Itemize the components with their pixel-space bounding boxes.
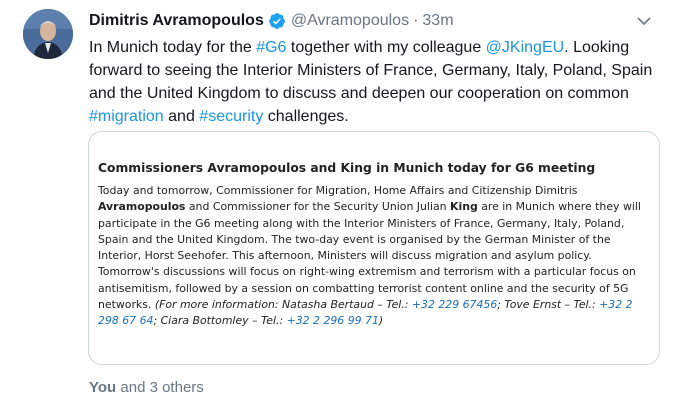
verified-badge-icon — [268, 12, 286, 30]
phone-number: +32 229 67456 — [411, 298, 498, 312]
tweet-text-part: and — [163, 108, 200, 125]
liked-by-you[interactable]: You — [89, 379, 116, 396]
contact-text: (For more information: Natasha Bertaud –… — [154, 298, 412, 312]
tweet-text: In Munich today for the #G6 together wit… — [89, 36, 659, 128]
press-release-body: Today and tomorrow, Commissioner for Mig… — [98, 183, 650, 330]
phone-number: +32 2 296 99 71 — [286, 314, 379, 328]
hashtag-g6[interactable]: #G6 — [256, 39, 286, 56]
user-handle[interactable]: @Avramopoulos — [291, 12, 409, 30]
chevron-down-icon[interactable] — [634, 11, 654, 31]
separator-dot: · — [413, 12, 419, 29]
tweet-text-part: challenges. — [263, 108, 349, 125]
mention-jkingeu[interactable]: @JKingEU — [486, 39, 565, 56]
hashtag-migration[interactable]: #migration — [89, 108, 164, 125]
attached-image-card[interactable]: Commissioners Avramopoulos and King in M… — [88, 131, 660, 365]
tweet-text-part: together with my colleague — [286, 39, 486, 56]
avatar-photo — [23, 9, 73, 59]
body-text: and Commissioner for the Security Union … — [185, 200, 451, 214]
timestamp[interactable]: 33m — [422, 12, 453, 30]
liked-by-others[interactable]: and 3 others — [116, 379, 203, 396]
press-release-document: Commissioners Avramopoulos and King in M… — [98, 160, 650, 330]
avatar[interactable] — [23, 9, 73, 59]
contact-text: ; Tove Ernst – Tel.: — [497, 298, 600, 312]
contact-text: ) — [378, 314, 384, 328]
tweet-text-part: In Munich today for the — [89, 39, 257, 56]
body-bold-name: King — [450, 200, 478, 214]
body-text: Today and tomorrow, Commissioner for Mig… — [98, 184, 578, 197]
contact-text: ; Ciara Bottomley – Tel.: — [153, 314, 287, 328]
hashtag-security[interactable]: #security — [199, 108, 263, 125]
tweet-header: Dimitris Avramopoulos @Avramopoulos · 33… — [89, 9, 654, 33]
body-bold-name: Avramopoulos — [98, 200, 186, 214]
display-name[interactable]: Dimitris Avramopoulos — [89, 12, 264, 30]
liked-by-summary[interactable]: You and 3 others — [89, 379, 204, 396]
press-release-title: Commissioners Avramopoulos and King in M… — [98, 161, 596, 175]
body-text: are in Munich where they will participat… — [98, 200, 641, 312]
